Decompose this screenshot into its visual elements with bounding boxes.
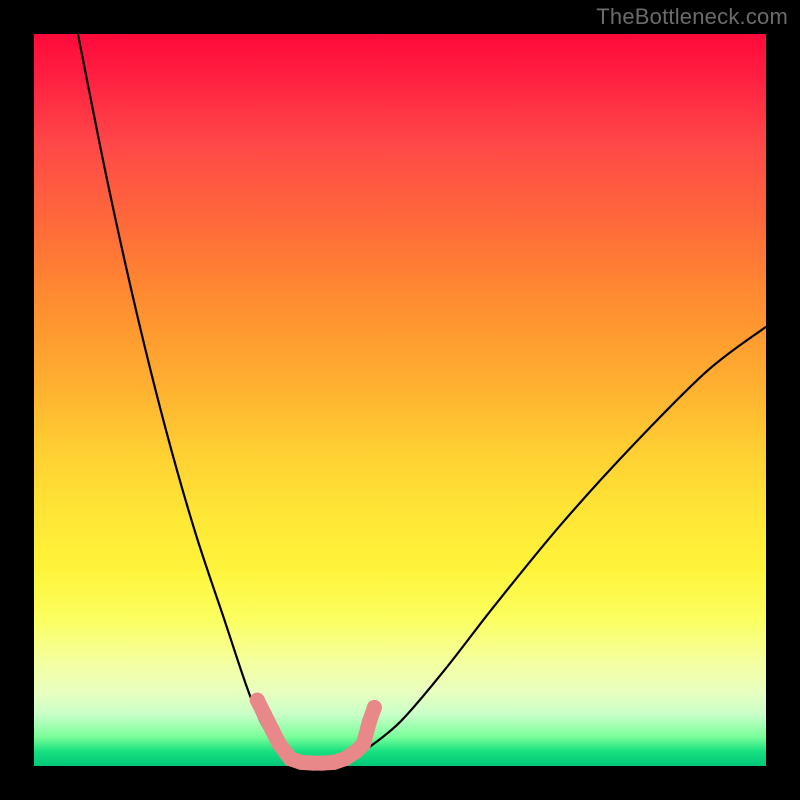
marker-dot (367, 700, 382, 715)
marker-dot (356, 737, 371, 752)
chart-frame: TheBottleneck.com (0, 0, 800, 800)
marker-dot (257, 707, 272, 722)
chart-svg (34, 34, 766, 766)
left-curve (78, 34, 298, 766)
plot-area (34, 34, 766, 766)
right-curve (341, 327, 766, 766)
marker-dot (250, 693, 265, 708)
marker-dot (272, 737, 287, 752)
watermark-text: TheBottleneck.com (596, 4, 788, 30)
highlight-markers (250, 693, 382, 771)
marker-dot (362, 715, 377, 730)
marker-dot (264, 722, 279, 737)
